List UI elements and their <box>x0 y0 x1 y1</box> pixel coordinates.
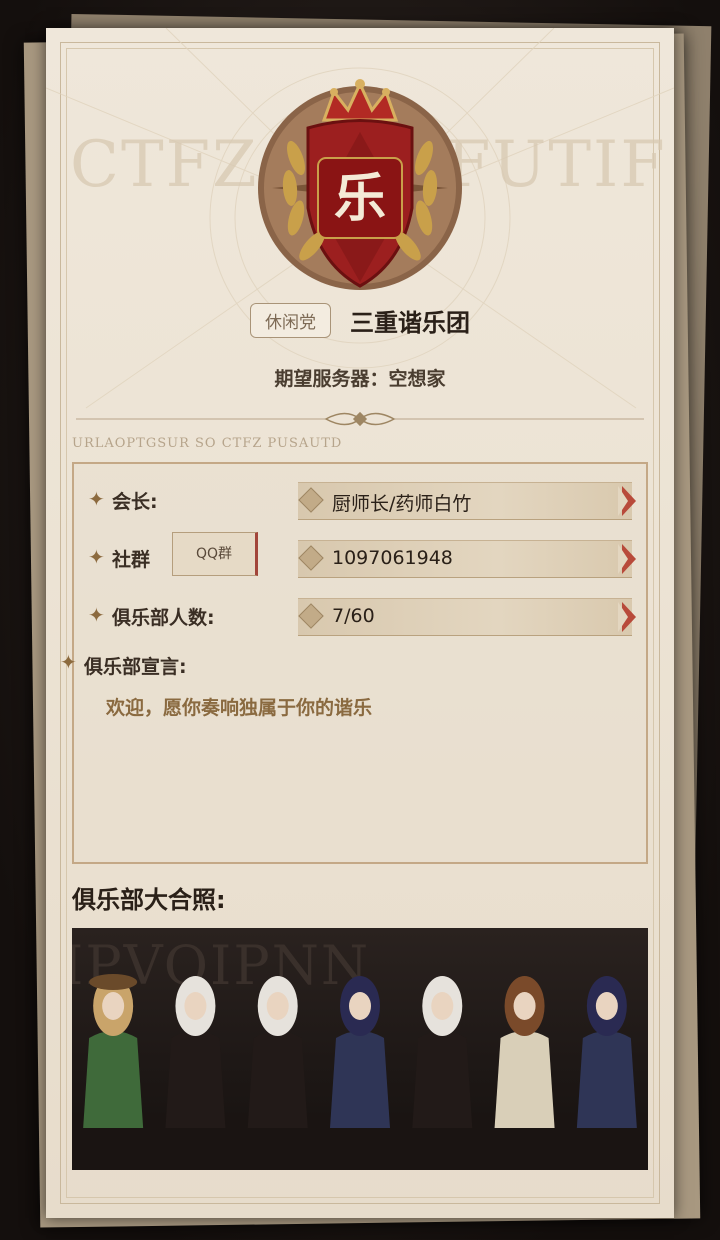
community-label: 社群 <box>112 549 151 571</box>
ornament-divider <box>76 411 644 427</box>
character-figure <box>83 974 144 1128</box>
leader-row: ✦ 会长: 厨师长/药师白竹 <box>88 482 636 520</box>
sparkle-icon: ✦ <box>88 545 105 569</box>
decorative-script-right: FUTIF <box>446 128 667 202</box>
members-value-box: 7/60 <box>298 598 636 636</box>
diamond-icon <box>298 603 324 629</box>
qq-group-number: 1097061948 <box>332 547 453 569</box>
character-figure <box>247 976 308 1128</box>
club-header: 休闲党 三重谐乐团 <box>46 303 674 338</box>
community-value-box[interactable]: 1097061948 <box>298 540 636 578</box>
decorative-small-script: URLAOPTGSUR SO CTFZ PUSAUTD <box>72 436 343 451</box>
sparkle-icon: ✦ <box>88 603 105 627</box>
qq-group-button[interactable]: QQ群 <box>172 532 258 576</box>
club-emblem: 乐 <box>258 79 462 290</box>
leader-value-box: 厨师长/药师白竹 <box>298 482 636 520</box>
emblem-character: 乐 <box>334 169 386 229</box>
diamond-icon <box>298 545 324 571</box>
character-figure <box>576 976 637 1128</box>
character-figure <box>494 976 555 1128</box>
club-card: CTFZ FUTIF 乐 休闲党 三重谐乐团 期望服务器：空想家 URLAOPT… <box>46 28 674 1218</box>
declaration-text: 欢迎，愿你奏响独属于你的谐乐 <box>106 697 373 719</box>
group-photo-title: 俱乐部大合照: <box>72 886 226 914</box>
sparkle-icon: ✦ <box>88 487 105 511</box>
sparkle-icon: ✦ <box>60 650 77 674</box>
club-type-tag: 休闲党 <box>249 303 331 338</box>
community-row: ✦ 社群 QQ群 1097061948 <box>88 532 636 578</box>
diamond-icon <box>298 487 324 513</box>
leader-value: 厨师长/药师白竹 <box>332 493 472 515</box>
character-figure <box>412 976 473 1128</box>
character-lineup <box>83 974 637 1128</box>
members-value: 7/60 <box>332 605 375 627</box>
leader-label: 会长: <box>112 491 158 513</box>
members-row: ✦ 俱乐部人数: 7/60 <box>88 598 636 636</box>
decorative-script-left: CTFZ <box>70 128 259 202</box>
group-photo: IPVOIPNN <box>72 928 648 1170</box>
character-figure <box>330 976 390 1128</box>
club-name: 三重谐乐团 <box>350 309 471 337</box>
declaration-label: 俱乐部宣言: <box>84 656 187 678</box>
character-figure <box>165 976 226 1128</box>
expected-server: 期望服务器：空想家 <box>274 368 446 390</box>
members-label: 俱乐部人数: <box>112 607 215 629</box>
